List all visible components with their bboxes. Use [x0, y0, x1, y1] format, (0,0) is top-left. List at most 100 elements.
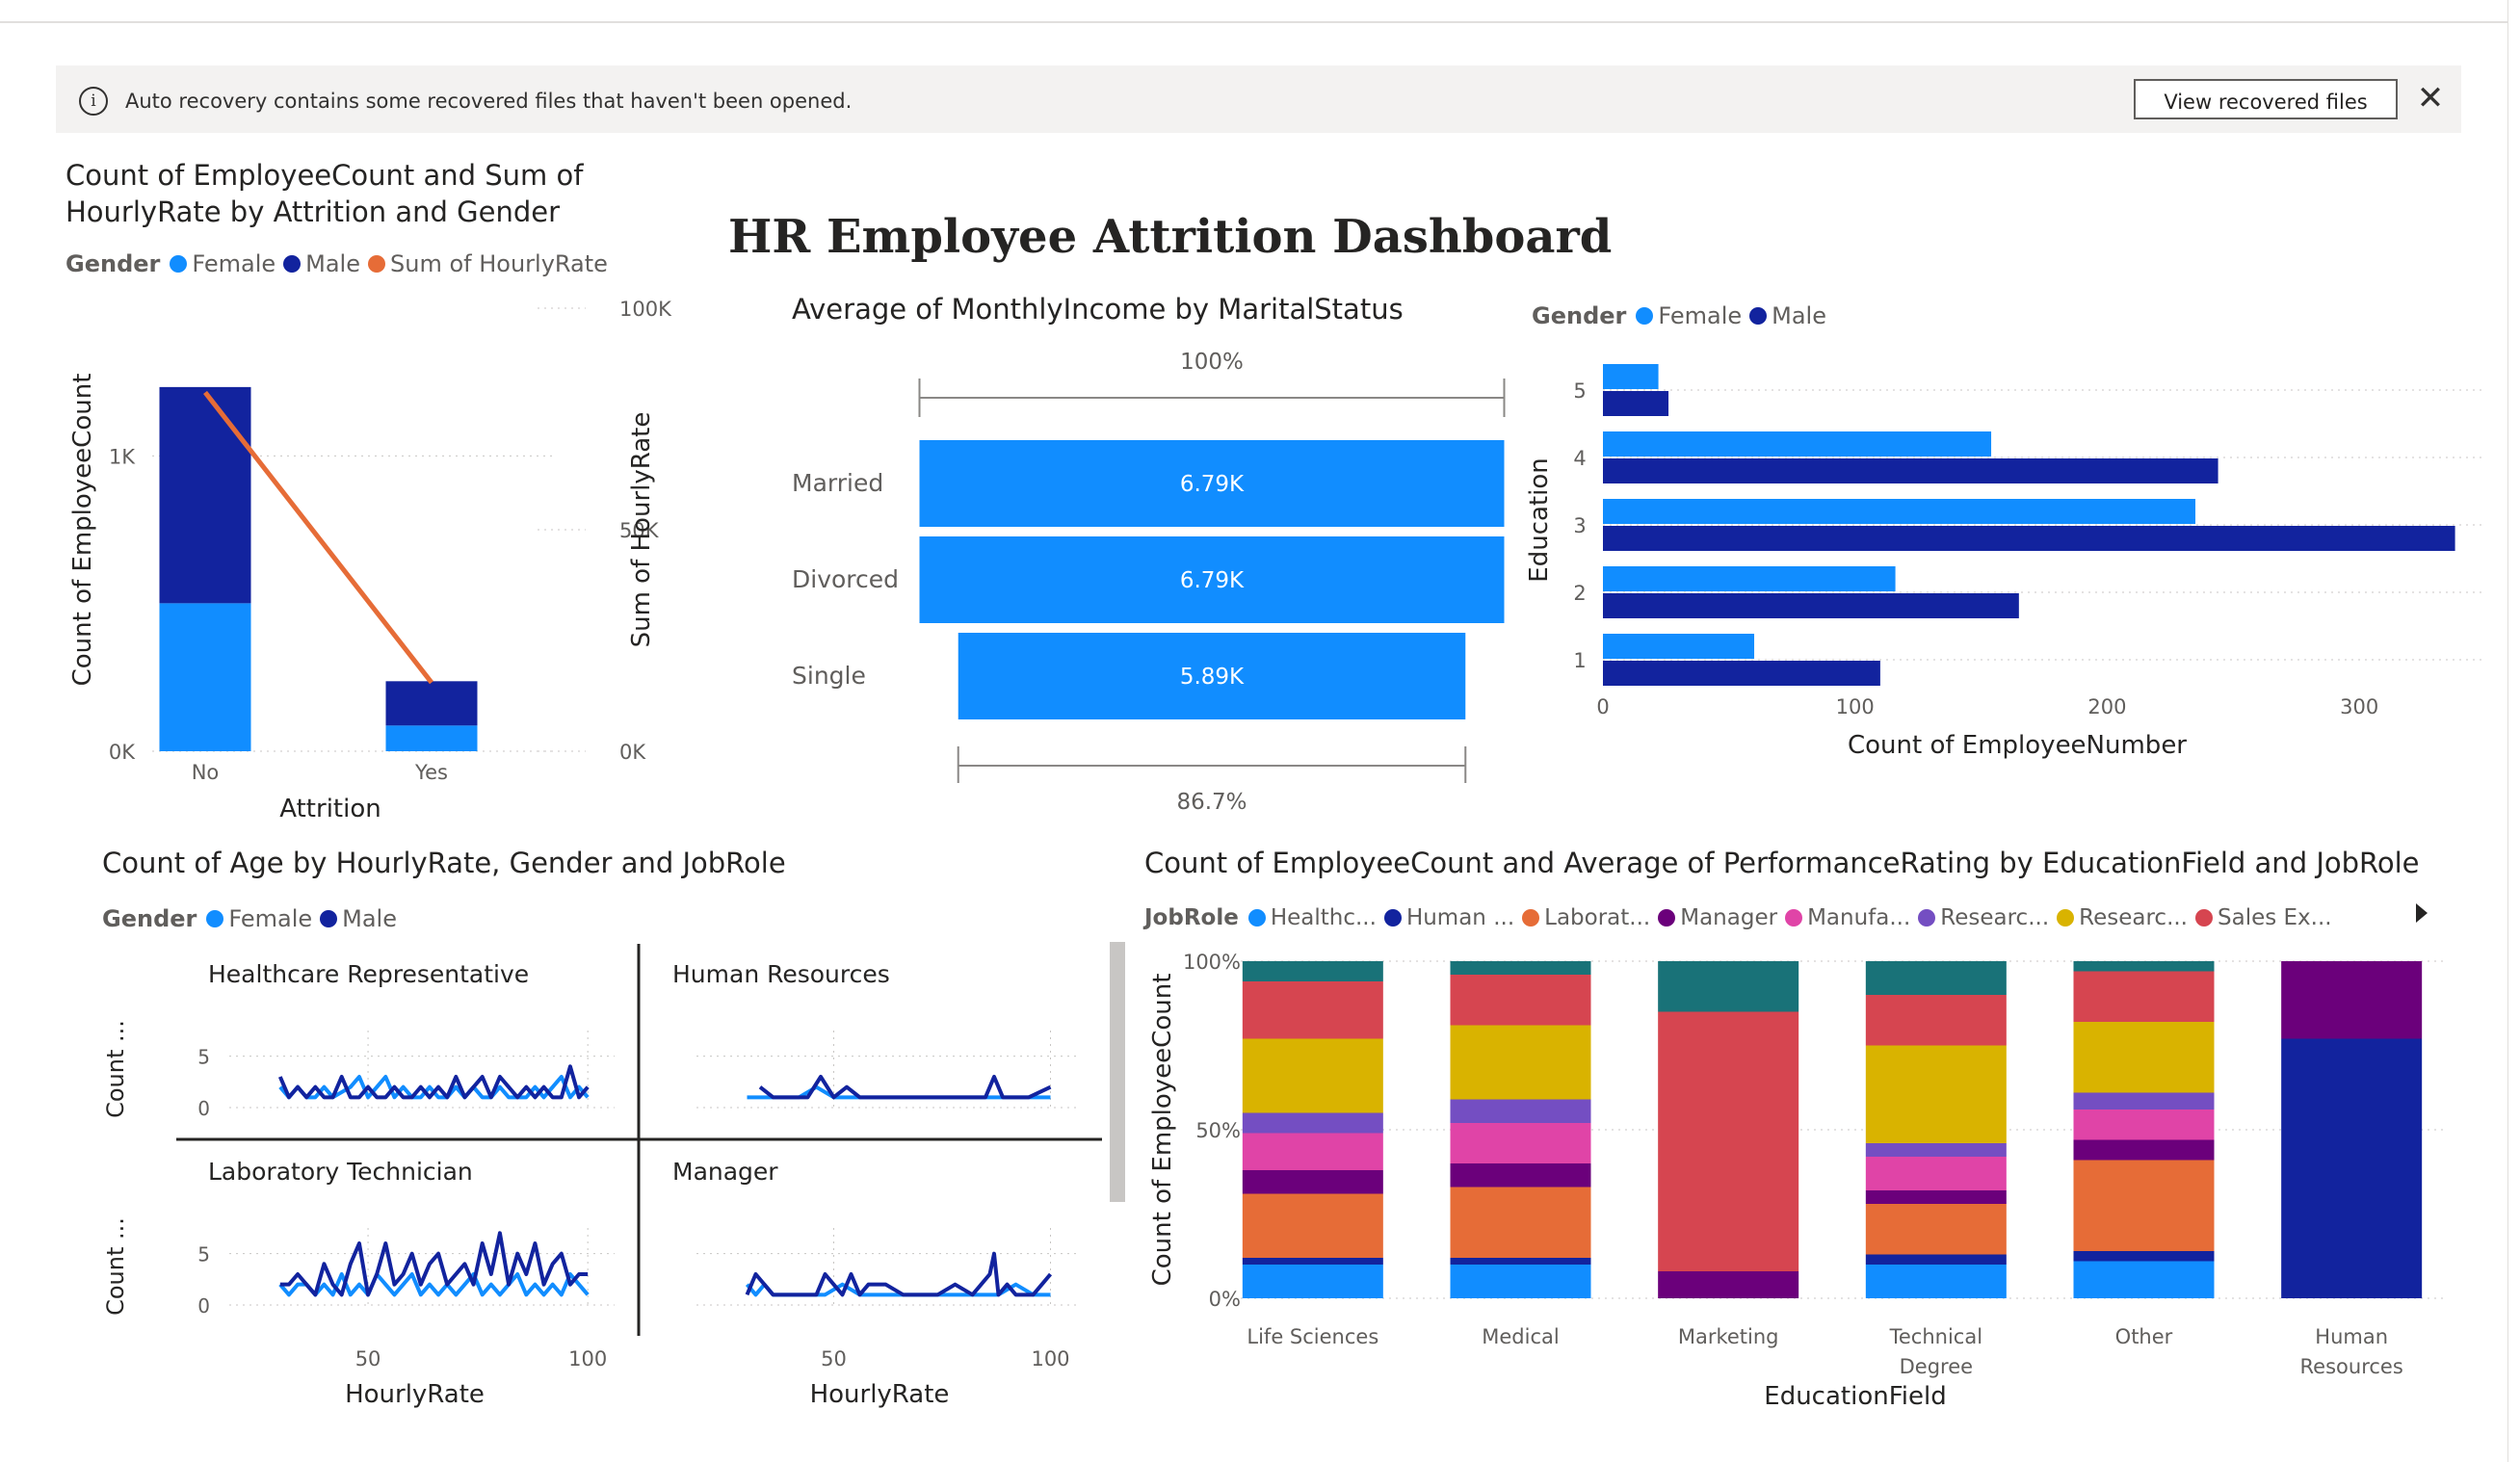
- y-tick-label: 1: [1573, 649, 1586, 672]
- x-axis-title: EducationField: [1764, 1382, 1946, 1411]
- bar-segment: [2073, 1022, 2215, 1093]
- small-multiples-scrollbar[interactable]: [1110, 942, 1125, 1202]
- y-axis-title: Count of EmployeeCount: [1148, 974, 1177, 1287]
- legend-next-arrow-icon[interactable]: [2416, 903, 2428, 923]
- funnel-value-label: 5.89K: [1180, 665, 1245, 690]
- legend-item-laboratory[interactable]: Laborat...: [1522, 905, 1650, 930]
- x-tick-label: Degree: [1900, 1355, 1973, 1378]
- bar-segment: [1242, 961, 1383, 981]
- x-tick-label: No: [192, 761, 220, 784]
- legend-item-female[interactable]: Female: [1636, 302, 1742, 329]
- bar-female: [1603, 431, 1992, 457]
- x-tick-label: 100: [1836, 695, 1875, 718]
- bar-segment: [1865, 1265, 2007, 1298]
- legend-title: Gender: [66, 250, 161, 277]
- page-scrollbar-gutter[interactable]: [2507, 0, 2520, 1462]
- monthly-income-funnel[interactable]: 100% 6.79K Married 6.79K Divorced 5.89K Single…: [771, 337, 1532, 828]
- funnel-chart-title: Average of MonthlyIncome by MaritalStatu…: [792, 293, 1404, 326]
- funnel-value-label: 6.79K: [1180, 568, 1245, 593]
- y2-tick-label: 0K: [619, 741, 646, 764]
- legend-item-research-scientist[interactable]: Researc...: [2057, 905, 2188, 930]
- age-chart-title: Count of Age by HourlyRate, Gender and J…: [102, 847, 786, 879]
- legend-item-female[interactable]: Female: [206, 905, 312, 932]
- bar-segment: [2073, 961, 2215, 972]
- education-gender-chart[interactable]: 0 100 200 300 5 4 3 2 1 Count of EmployeeNumber Ed…: [1522, 347, 2505, 770]
- legend-dot-icon: [1636, 307, 1654, 325]
- bar-segment: [2073, 971, 2215, 1022]
- x-axis-title: Attrition: [279, 795, 381, 823]
- legend-dot-icon: [2057, 909, 2075, 927]
- legend-item-research-director[interactable]: Researc...: [1918, 905, 2049, 930]
- legend-dot-icon: [1247, 909, 1266, 927]
- y-tick-label: 3: [1573, 514, 1586, 537]
- bar-segment: [1865, 1254, 2007, 1265]
- close-icon[interactable]: ✕: [2416, 82, 2445, 115]
- bar-segment: [2073, 1092, 2215, 1110]
- x-tick-label: 50: [821, 1347, 847, 1371]
- x-tick-label: 50: [355, 1347, 381, 1371]
- y-tick-label: 4: [1573, 447, 1586, 470]
- bar-male: [1603, 661, 1880, 686]
- legend-item-manager[interactable]: Manager: [1658, 905, 1777, 930]
- x-tick-label: Other: [2115, 1325, 2173, 1348]
- bar-segment: [1865, 961, 2007, 995]
- bar-male: [1603, 593, 2019, 618]
- bar-segment: [1242, 1112, 1383, 1134]
- legend-item-male[interactable]: Male: [283, 250, 360, 277]
- bar-female: [1603, 364, 1659, 389]
- y2-tick-label: 100K: [619, 298, 672, 321]
- x-tick-label: 100: [568, 1347, 607, 1371]
- legend-title: Gender: [102, 905, 197, 932]
- y-tick-label: 1K: [109, 445, 136, 468]
- educationfield-jobrole-chart[interactable]: 0% 50% 100% Life Sciences Medical Marketing Te…: [1137, 939, 2505, 1421]
- legend-dot-icon: [1522, 909, 1540, 927]
- bar-male: [385, 681, 478, 726]
- panel-title: Healthcare Representative: [208, 960, 529, 988]
- bar-segment: [1450, 975, 1591, 1026]
- bar-segment: [1865, 1045, 2007, 1143]
- age-legend: Gender Female Male: [102, 905, 405, 932]
- educationfield-chart-title: Count of EmployeeCount and Average of Pe…: [1144, 847, 2420, 879]
- legend-item-hourlyrate[interactable]: Sum of HourlyRate: [368, 250, 608, 277]
- y-axis-title: Education: [1525, 457, 1554, 582]
- view-recovered-files-button[interactable]: View recovered files: [2134, 79, 2398, 119]
- bar-segment: [1450, 1123, 1591, 1163]
- jobrole-legend: JobRole Healthc... Human ... Laborat... …: [1144, 905, 2340, 930]
- bar-segment: [1242, 1133, 1383, 1170]
- legend-item-sales-executive[interactable]: Sales Ex...: [2195, 905, 2332, 930]
- y-tick-label: 100%: [1183, 951, 1241, 974]
- bar-segment: [1865, 1190, 2007, 1204]
- legend-dot-icon: [1785, 909, 1803, 927]
- x-tick-label: Resources: [2300, 1355, 2403, 1378]
- y-tick-label: 0%: [1209, 1288, 1241, 1311]
- legend-item-manufacturing[interactable]: Manufa...: [1785, 905, 1910, 930]
- bar-segment: [1450, 1187, 1591, 1258]
- x-tick-label: Human: [2315, 1325, 2388, 1348]
- bar-segment: [2073, 1139, 2215, 1161]
- legend-item-male[interactable]: Male: [1749, 302, 1826, 329]
- legend-dot-icon: [1658, 909, 1676, 927]
- bar-segment: [2073, 1251, 2215, 1262]
- education-legend: Gender Female Male: [1532, 302, 1834, 329]
- bar-segment: [1658, 961, 1799, 1012]
- age-hourlyrate-small-multiples[interactable]: Healthcare Representative 0 5 Count ... Huma…: [56, 939, 1116, 1421]
- y-tick-label: 0: [197, 1294, 210, 1318]
- top-divider: [0, 0, 2520, 23]
- legend-item-healthcare[interactable]: Healthc...: [1247, 905, 1377, 930]
- legend-item-male[interactable]: Male: [320, 905, 397, 932]
- funnel-value-label: 6.79K: [1180, 472, 1245, 497]
- y-tick-label: 0: [197, 1097, 210, 1120]
- attrition-gender-chart[interactable]: 0K1K0K50K100KNo YesAttritionCount of Empl…: [56, 289, 672, 828]
- bar-female: [1603, 566, 1896, 591]
- bar-segment: [2073, 1110, 2215, 1140]
- legend-item-female[interactable]: Female: [170, 250, 276, 277]
- bar-male: [1603, 391, 1669, 416]
- bar-female: [385, 725, 478, 751]
- bar-segment: [2073, 1160, 2215, 1251]
- dashboard-title: HR Employee Attrition Dashboard: [728, 210, 1613, 264]
- x-tick-label: 0: [1596, 695, 1609, 718]
- legend-dot-icon: [368, 255, 385, 273]
- attrition-chart-title: Count of EmployeeCount and Sum of Hourly…: [66, 159, 584, 228]
- x-tick-label: Marketing: [1678, 1325, 1779, 1348]
- legend-item-human-resources[interactable]: Human ...: [1383, 905, 1514, 930]
